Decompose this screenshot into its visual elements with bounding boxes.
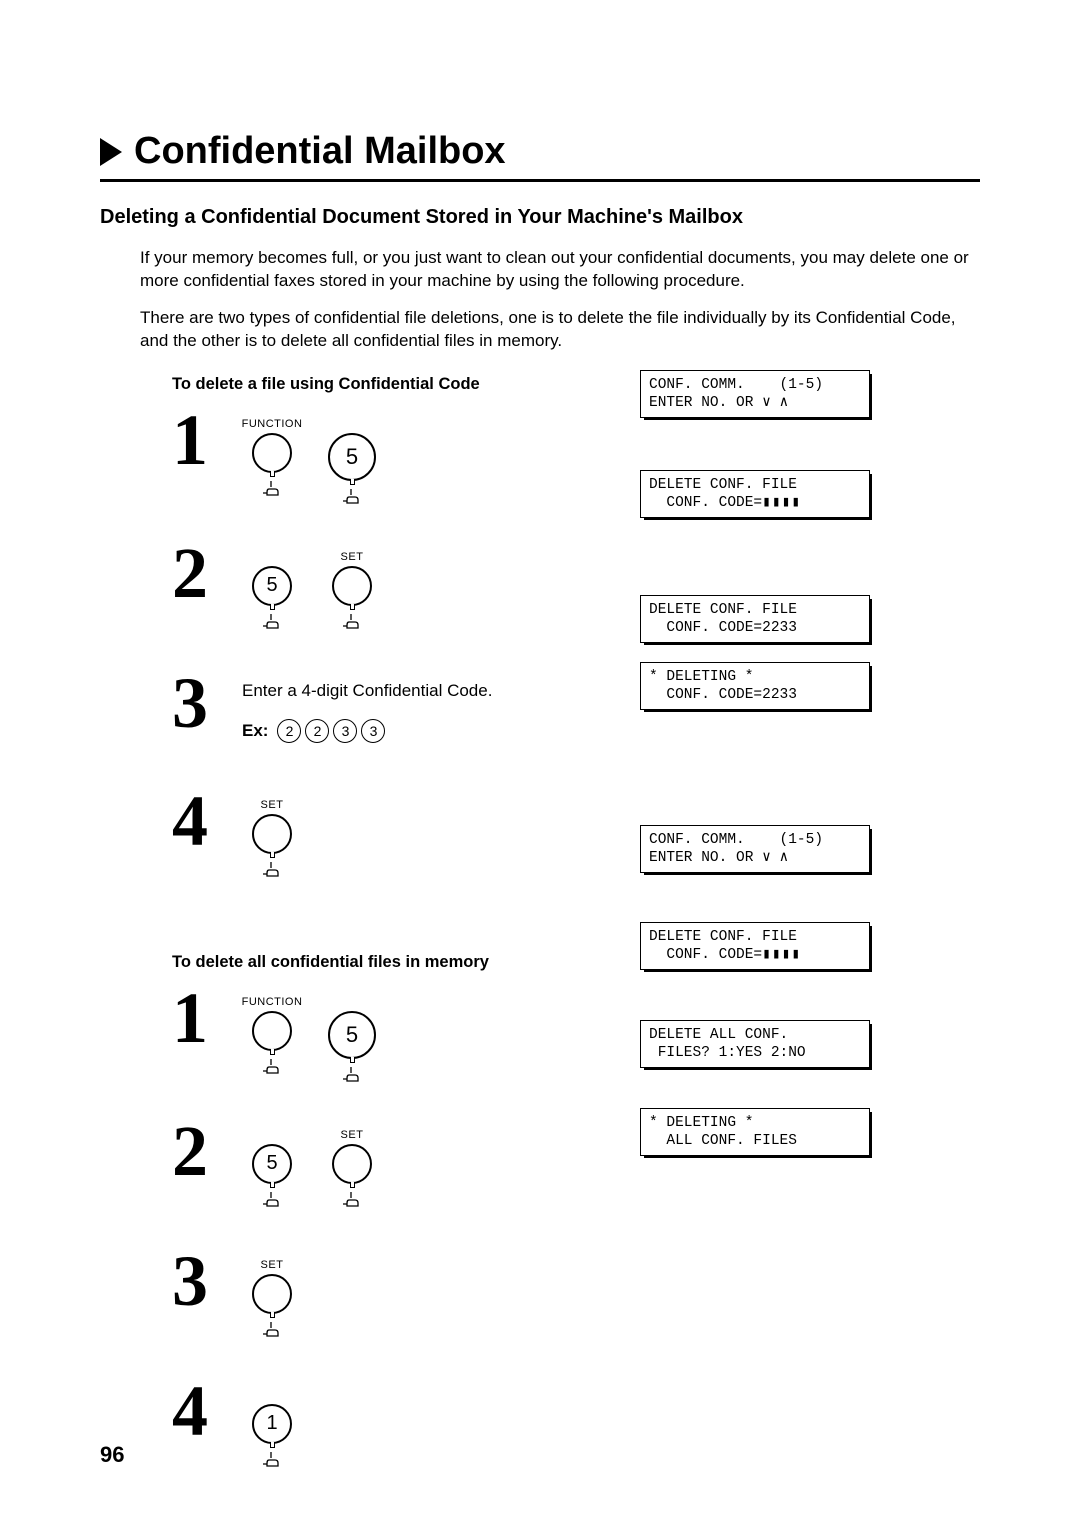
press-hand-icon xyxy=(339,487,365,505)
digit-1-button-icon: 1 xyxy=(242,1389,302,1468)
function-button-icon: FUNCTION xyxy=(242,996,302,1075)
press-hand-icon xyxy=(259,1450,285,1468)
lcd-proc-a-step-1: CONF. COMM. (1-5) ENTER NO. OR ∨ ∧ xyxy=(640,370,870,418)
example-digit: 2 xyxy=(305,719,329,743)
example-digit: 3 xyxy=(361,719,385,743)
digit-5-button-icon: 5 xyxy=(242,551,302,630)
intro-paragraph-2: There are two types of confidential file… xyxy=(140,307,980,353)
example-line: Ex: 2 2 3 3 xyxy=(242,719,492,743)
manual-page: Confidential Mailbox Deleting a Confiden… xyxy=(0,0,1080,1528)
set-button-icon: SET xyxy=(242,799,302,878)
proc-b-step-3: 3 SET xyxy=(172,1253,980,1343)
step-3-instruction: Enter a 4-digit Confidential Code. xyxy=(242,681,492,701)
step-number: 2 xyxy=(172,1123,242,1181)
example-digit: 3 xyxy=(333,719,357,743)
press-hand-icon xyxy=(259,860,285,878)
function-button-icon: FUNCTION xyxy=(242,418,302,497)
press-hand-icon xyxy=(259,1057,285,1075)
digit-5-button-icon: 5 xyxy=(322,996,382,1083)
press-hand-icon xyxy=(339,1190,365,1208)
digit-5-button-icon: 5 xyxy=(322,418,382,505)
step-number: 1 xyxy=(172,990,242,1048)
intro-paragraph-1: If your memory becomes full, or you just… xyxy=(140,247,980,293)
lcd-proc-a-step-2: DELETE CONF. FILE CONF. CODE=▮▮▮▮ xyxy=(640,470,870,518)
step-number: 3 xyxy=(172,675,242,733)
step-number: 2 xyxy=(172,545,242,603)
title-rule xyxy=(100,179,980,182)
press-hand-icon xyxy=(259,1320,285,1338)
press-hand-icon xyxy=(339,612,365,630)
set-button-icon: SET xyxy=(322,551,382,630)
proc-b-step-4: 4 1 xyxy=(172,1383,980,1473)
press-hand-icon xyxy=(339,1065,365,1083)
step-number: 4 xyxy=(172,1383,242,1441)
lcd-proc-a-step-4: * DELETING * CONF. CODE=2233 xyxy=(640,662,870,710)
step-number: 3 xyxy=(172,1253,242,1311)
set-button-icon: SET xyxy=(242,1259,302,1338)
section-title-row: Confidential Mailbox xyxy=(100,130,980,173)
lcd-proc-b-step-2: DELETE CONF. FILE CONF. CODE=▮▮▮▮ xyxy=(640,922,870,970)
title-arrow-icon xyxy=(100,138,122,166)
lcd-proc-b-step-4: * DELETING * ALL CONF. FILES xyxy=(640,1108,870,1156)
step-number: 4 xyxy=(172,793,242,851)
cursor-blocks-icon: ▮▮▮▮ xyxy=(762,946,801,964)
set-button-icon: SET xyxy=(322,1129,382,1208)
digit-5-button-icon: 5 xyxy=(242,1129,302,1208)
page-number: 96 xyxy=(100,1442,124,1468)
step-number: 1 xyxy=(172,412,242,470)
example-digit: 2 xyxy=(277,719,301,743)
lcd-proc-a-step-3: DELETE CONF. FILE CONF. CODE=2233 xyxy=(640,595,870,643)
lcd-proc-b-step-3: DELETE ALL CONF. FILES? 1:YES 2:NO xyxy=(640,1020,870,1068)
press-hand-icon xyxy=(259,1190,285,1208)
lcd-proc-b-step-1: CONF. COMM. (1-5) ENTER NO. OR ∨ ∧ xyxy=(640,825,870,873)
press-hand-icon xyxy=(259,612,285,630)
section-title: Confidential Mailbox xyxy=(134,130,506,173)
cursor-blocks-icon: ▮▮▮▮ xyxy=(762,494,801,512)
subsection-heading: Deleting a Confidential Document Stored … xyxy=(100,206,980,229)
press-hand-icon xyxy=(259,479,285,497)
